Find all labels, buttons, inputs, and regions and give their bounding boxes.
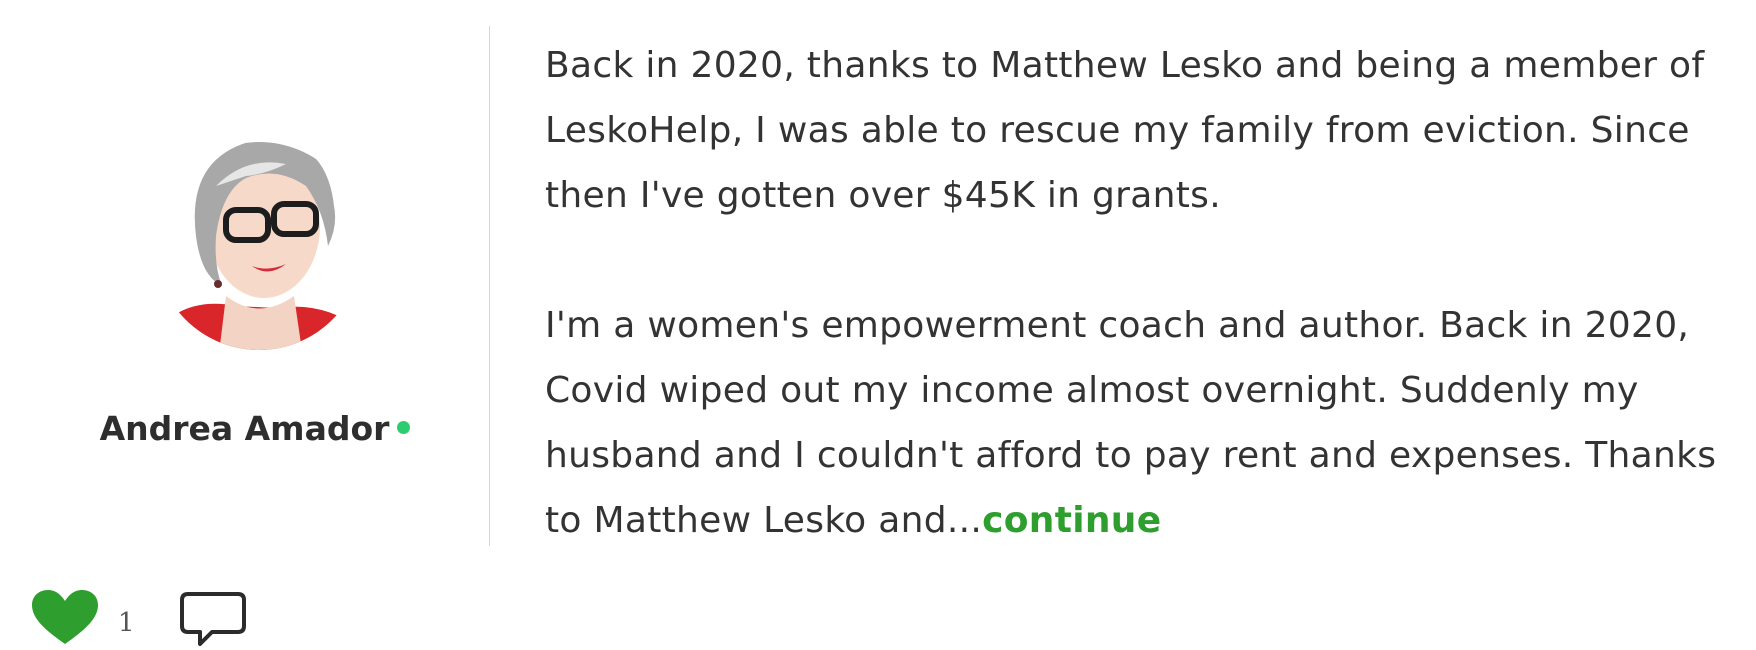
divider [489,26,490,546]
author-name-row: Andrea Amador [0,409,510,448]
post-actions: 1 [30,588,330,648]
continue-link[interactable]: continue [982,500,1161,541]
post-body: Back in 2020, thanks to Matthew Lesko an… [545,33,1740,553]
post-paragraph-1: Back in 2020, thanks to Matthew Lesko an… [545,45,1705,216]
comment-icon[interactable] [178,588,250,648]
like-count: 1 [118,608,135,638]
heart-icon[interactable] [30,588,100,648]
author-panel: Andrea Amador [0,0,490,550]
author-avatar[interactable] [156,116,362,378]
online-status-dot [397,421,411,434]
author-name[interactable]: Andrea Amador [100,409,390,448]
post-paragraph-2: I'm a women's empowerment coach and auth… [545,293,1740,553]
